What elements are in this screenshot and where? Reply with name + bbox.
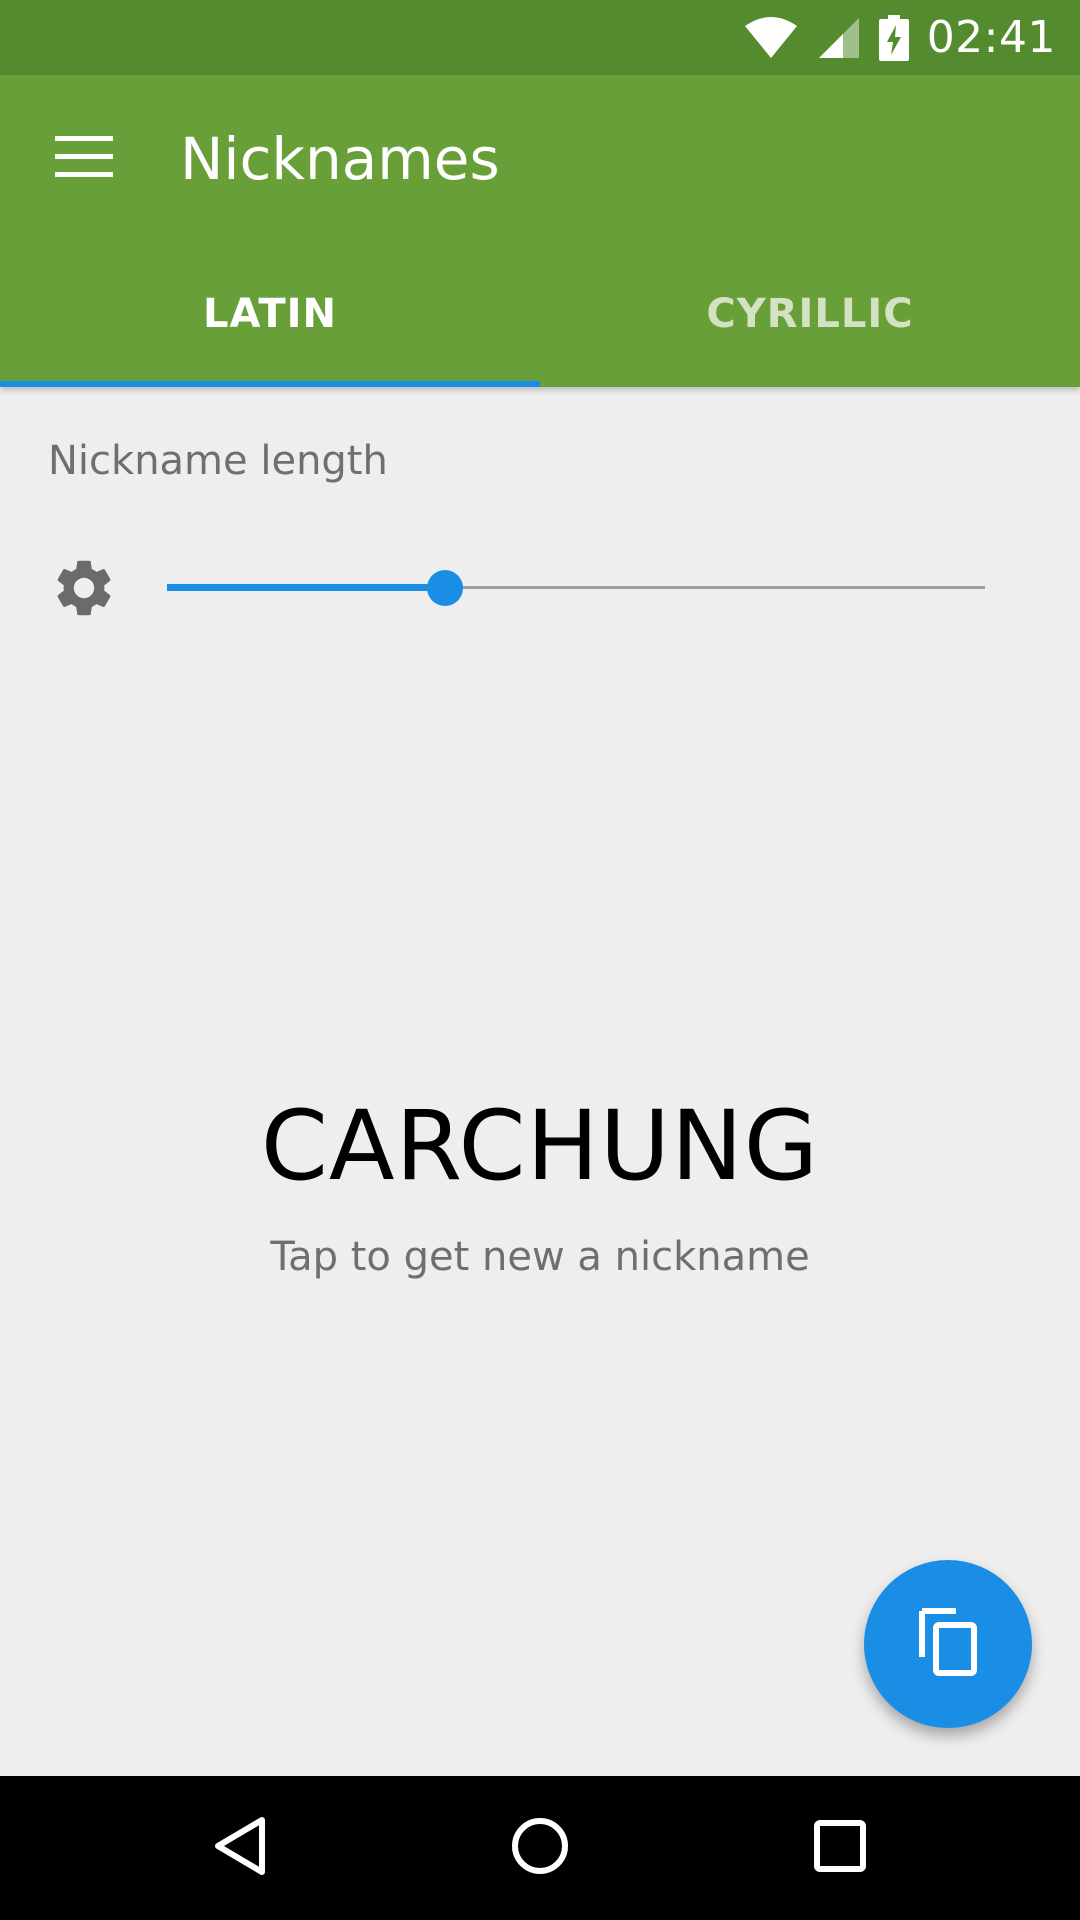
wifi-icon [743,16,799,60]
tab-bar: LATIN CYRILLIC [0,240,1080,387]
page-title: Nicknames [180,125,500,193]
recents-icon [813,1819,867,1877]
status-icons: 02:41 [743,0,1056,75]
back-icon [212,1816,268,1880]
hint-text: Tap to get new a nickname [270,1234,810,1280]
home-icon [510,1816,570,1880]
nickname-length-label: Nickname length [48,438,388,484]
slider-fill [167,584,446,591]
tab-latin-label: LATIN [203,290,337,337]
gear-icon[interactable] [50,554,118,622]
tab-cyrillic-label: CYRILLIC [706,290,914,337]
hamburger-menu-icon [55,136,113,182]
status-bar: 02:41 [0,0,1080,75]
home-button[interactable] [490,1798,590,1898]
tab-cyrillic[interactable]: CYRILLIC [540,240,1080,387]
copy-icon [916,1607,980,1681]
battery-charging-icon [878,14,909,61]
recents-button[interactable] [790,1798,890,1898]
slider-thumb[interactable] [427,570,464,606]
cell-signal-icon [817,16,861,60]
app-bar: Nicknames LATIN CYRILLIC [0,75,1080,387]
nickname-length-slider[interactable] [167,566,985,610]
tab-indicator [0,381,540,387]
navigation-bar [0,1776,1080,1920]
nickname-text[interactable]: CARCHUNG [0,1090,1080,1202]
tab-latin[interactable]: LATIN [0,240,540,387]
back-button[interactable] [190,1798,290,1898]
screen: 02:41 Nicknames LATIN CYRILLIC Nickname … [0,0,1080,1920]
copy-button[interactable] [864,1560,1032,1728]
menu-button[interactable] [30,105,138,213]
status-time: 02:41 [926,12,1056,63]
